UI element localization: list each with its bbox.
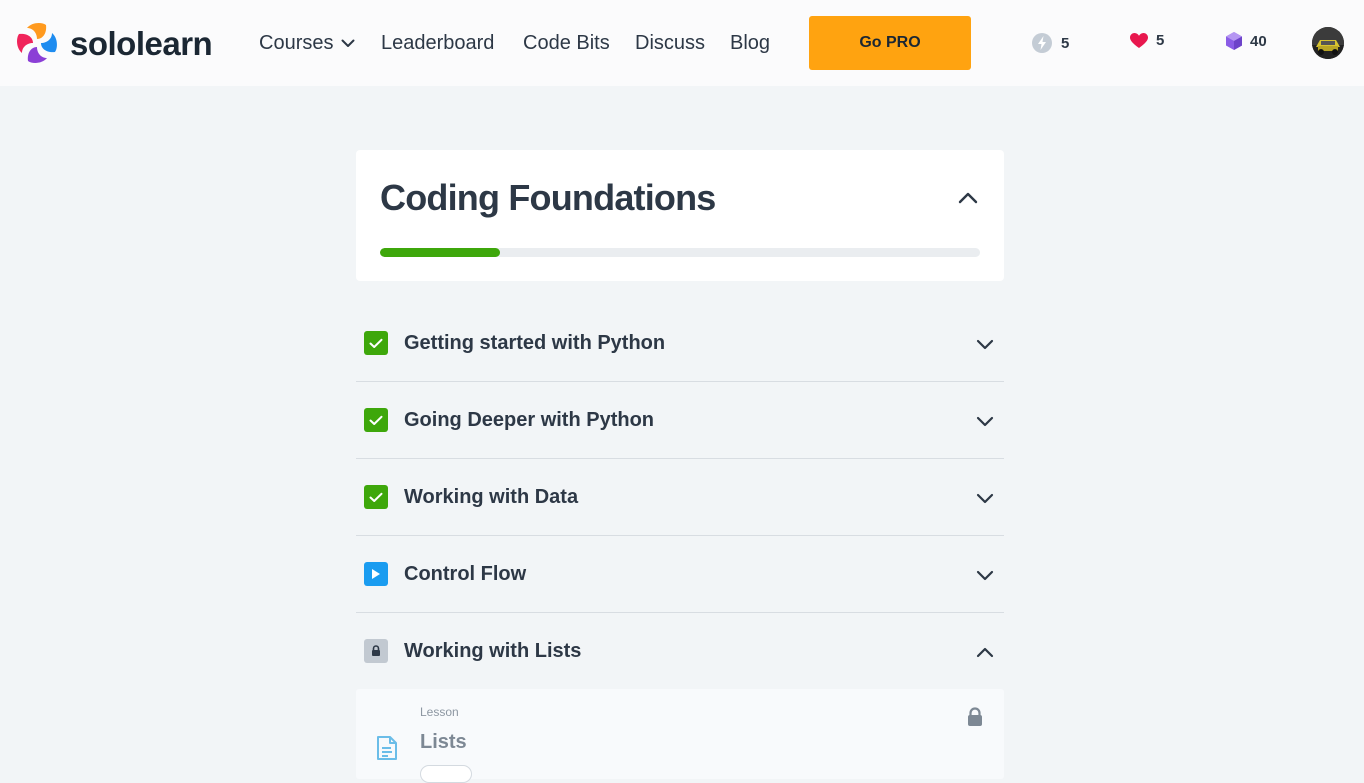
lightning-bolt-icon [1032, 33, 1052, 53]
avatar-image [1312, 27, 1344, 59]
module-row-going-deeper[interactable]: Going Deeper with Python [356, 382, 1004, 459]
checkmark-icon [369, 415, 383, 425]
expand-module-button[interactable] [974, 411, 996, 431]
lock-icon [372, 645, 380, 656]
user-avatar[interactable] [1312, 27, 1344, 59]
top-navigation-bar: sololearn Courses Leaderboard Code Bits … [0, 0, 1364, 86]
module-title: Going Deeper with Python [404, 409, 655, 431]
sololearn-logo-icon [17, 23, 57, 63]
chevron-down-icon [976, 493, 994, 503]
lesson-type-label: Lesson [420, 705, 459, 719]
module-row-control-flow[interactable]: Control Flow [356, 536, 1004, 613]
nav-leaderboard-link[interactable]: Leaderboard [381, 29, 494, 57]
checkmark-icon [369, 338, 383, 348]
go-pro-button[interactable]: Go PRO [809, 16, 971, 70]
chevron-down-icon [976, 416, 994, 426]
streak-counter[interactable]: 5 [1031, 32, 1069, 54]
nav-courses-dropdown[interactable]: Courses [259, 29, 355, 57]
hearts-count: 5 [1156, 32, 1165, 49]
nav-code-bits-link[interactable]: Code Bits [523, 29, 610, 57]
module-in-progress-badge [364, 562, 388, 586]
document-icon [377, 736, 397, 760]
nav-discuss-link[interactable]: Discuss [635, 29, 705, 57]
hearts-counter[interactable]: 5 [1130, 32, 1164, 49]
module-list: Getting started with Python Going Deeper… [356, 305, 1004, 690]
gems-counter[interactable]: 40 [1226, 32, 1267, 50]
lesson-title: Lists [420, 731, 467, 753]
chevron-down-icon [976, 570, 994, 580]
module-title: Working with Data [404, 486, 579, 508]
module-title: Getting started with Python [404, 332, 666, 354]
chevron-down-icon [341, 39, 355, 47]
expand-module-button[interactable] [974, 334, 996, 354]
play-icon [372, 569, 380, 579]
streak-count: 5 [1061, 34, 1070, 52]
module-row-working-with-lists[interactable]: Working with Lists [356, 613, 1004, 690]
module-completed-badge [364, 485, 388, 509]
course-progress-fill [380, 248, 500, 257]
module-locked-badge [364, 639, 388, 663]
course-title: Coding Foundations [380, 177, 716, 218]
nav-blog-link[interactable]: Blog [730, 29, 770, 57]
module-completed-badge [364, 408, 388, 432]
chevron-down-icon [976, 339, 994, 349]
course-header-card: Coding Foundations [356, 150, 1004, 281]
lock-icon [968, 707, 982, 726]
expand-module-button[interactable] [974, 488, 996, 508]
course-progress-bar [380, 248, 980, 257]
expand-module-button[interactable] [974, 565, 996, 585]
heart-icon [1130, 32, 1148, 48]
module-row-working-with-data[interactable]: Working with Data [356, 459, 1004, 536]
collapse-course-button[interactable] [954, 186, 982, 210]
module-title: Control Flow [404, 563, 527, 585]
sololearn-logo[interactable]: sololearn [15, 21, 213, 65]
module-title: Working with Lists [404, 640, 582, 662]
collapse-module-button[interactable] [974, 642, 996, 662]
chevron-up-icon [976, 647, 994, 657]
chevron-up-icon [958, 192, 978, 204]
gems-count: 40 [1250, 32, 1267, 50]
gem-icon [1226, 32, 1242, 50]
checkmark-icon [369, 492, 383, 502]
module-row-getting-started[interactable]: Getting started with Python [356, 305, 1004, 382]
logo-wordmark: sololearn [70, 24, 213, 62]
lesson-item[interactable]: Lesson Lists [356, 689, 1004, 783]
nav-courses-label: Courses [259, 32, 334, 54]
module-completed-badge [364, 331, 388, 355]
